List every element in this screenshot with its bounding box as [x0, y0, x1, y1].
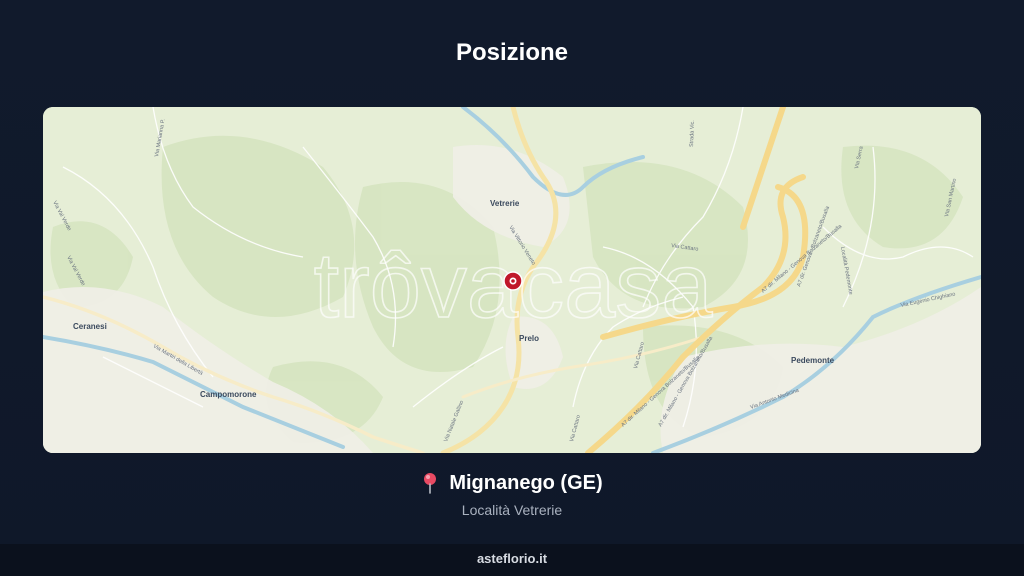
town-label-campomorone: Campomorone — [200, 390, 257, 399]
place-locality: Località Vetrerie — [461, 502, 563, 518]
map-canvas[interactable]: trôvacasa Vetrerie Ceranesi Campomorone … — [43, 107, 981, 453]
town-label-prelo: Prelo — [519, 334, 539, 343]
place-name: Mignanego (GE) — [449, 471, 603, 494]
place-row: Mignanego (GE) — [0, 468, 1024, 498]
town-label-ceranesi: Ceranesi — [73, 322, 107, 331]
location-info: Mignanego (GE) Località Vetrerie — [0, 468, 1024, 520]
town-label-pedemonte: Pedemonte — [791, 356, 835, 365]
road-label: Strada Vic. — [689, 120, 696, 147]
map-container[interactable]: trôvacasa Vetrerie Ceranesi Campomorone … — [43, 107, 981, 453]
town-label-vetrerie: Vetrerie — [490, 199, 520, 208]
page-title: Posizione — [455, 39, 569, 66]
location-marker-icon[interactable] — [503, 271, 523, 291]
pin-icon — [424, 473, 437, 494]
footer-site[interactable]: asteflorio.it — [0, 544, 1024, 576]
